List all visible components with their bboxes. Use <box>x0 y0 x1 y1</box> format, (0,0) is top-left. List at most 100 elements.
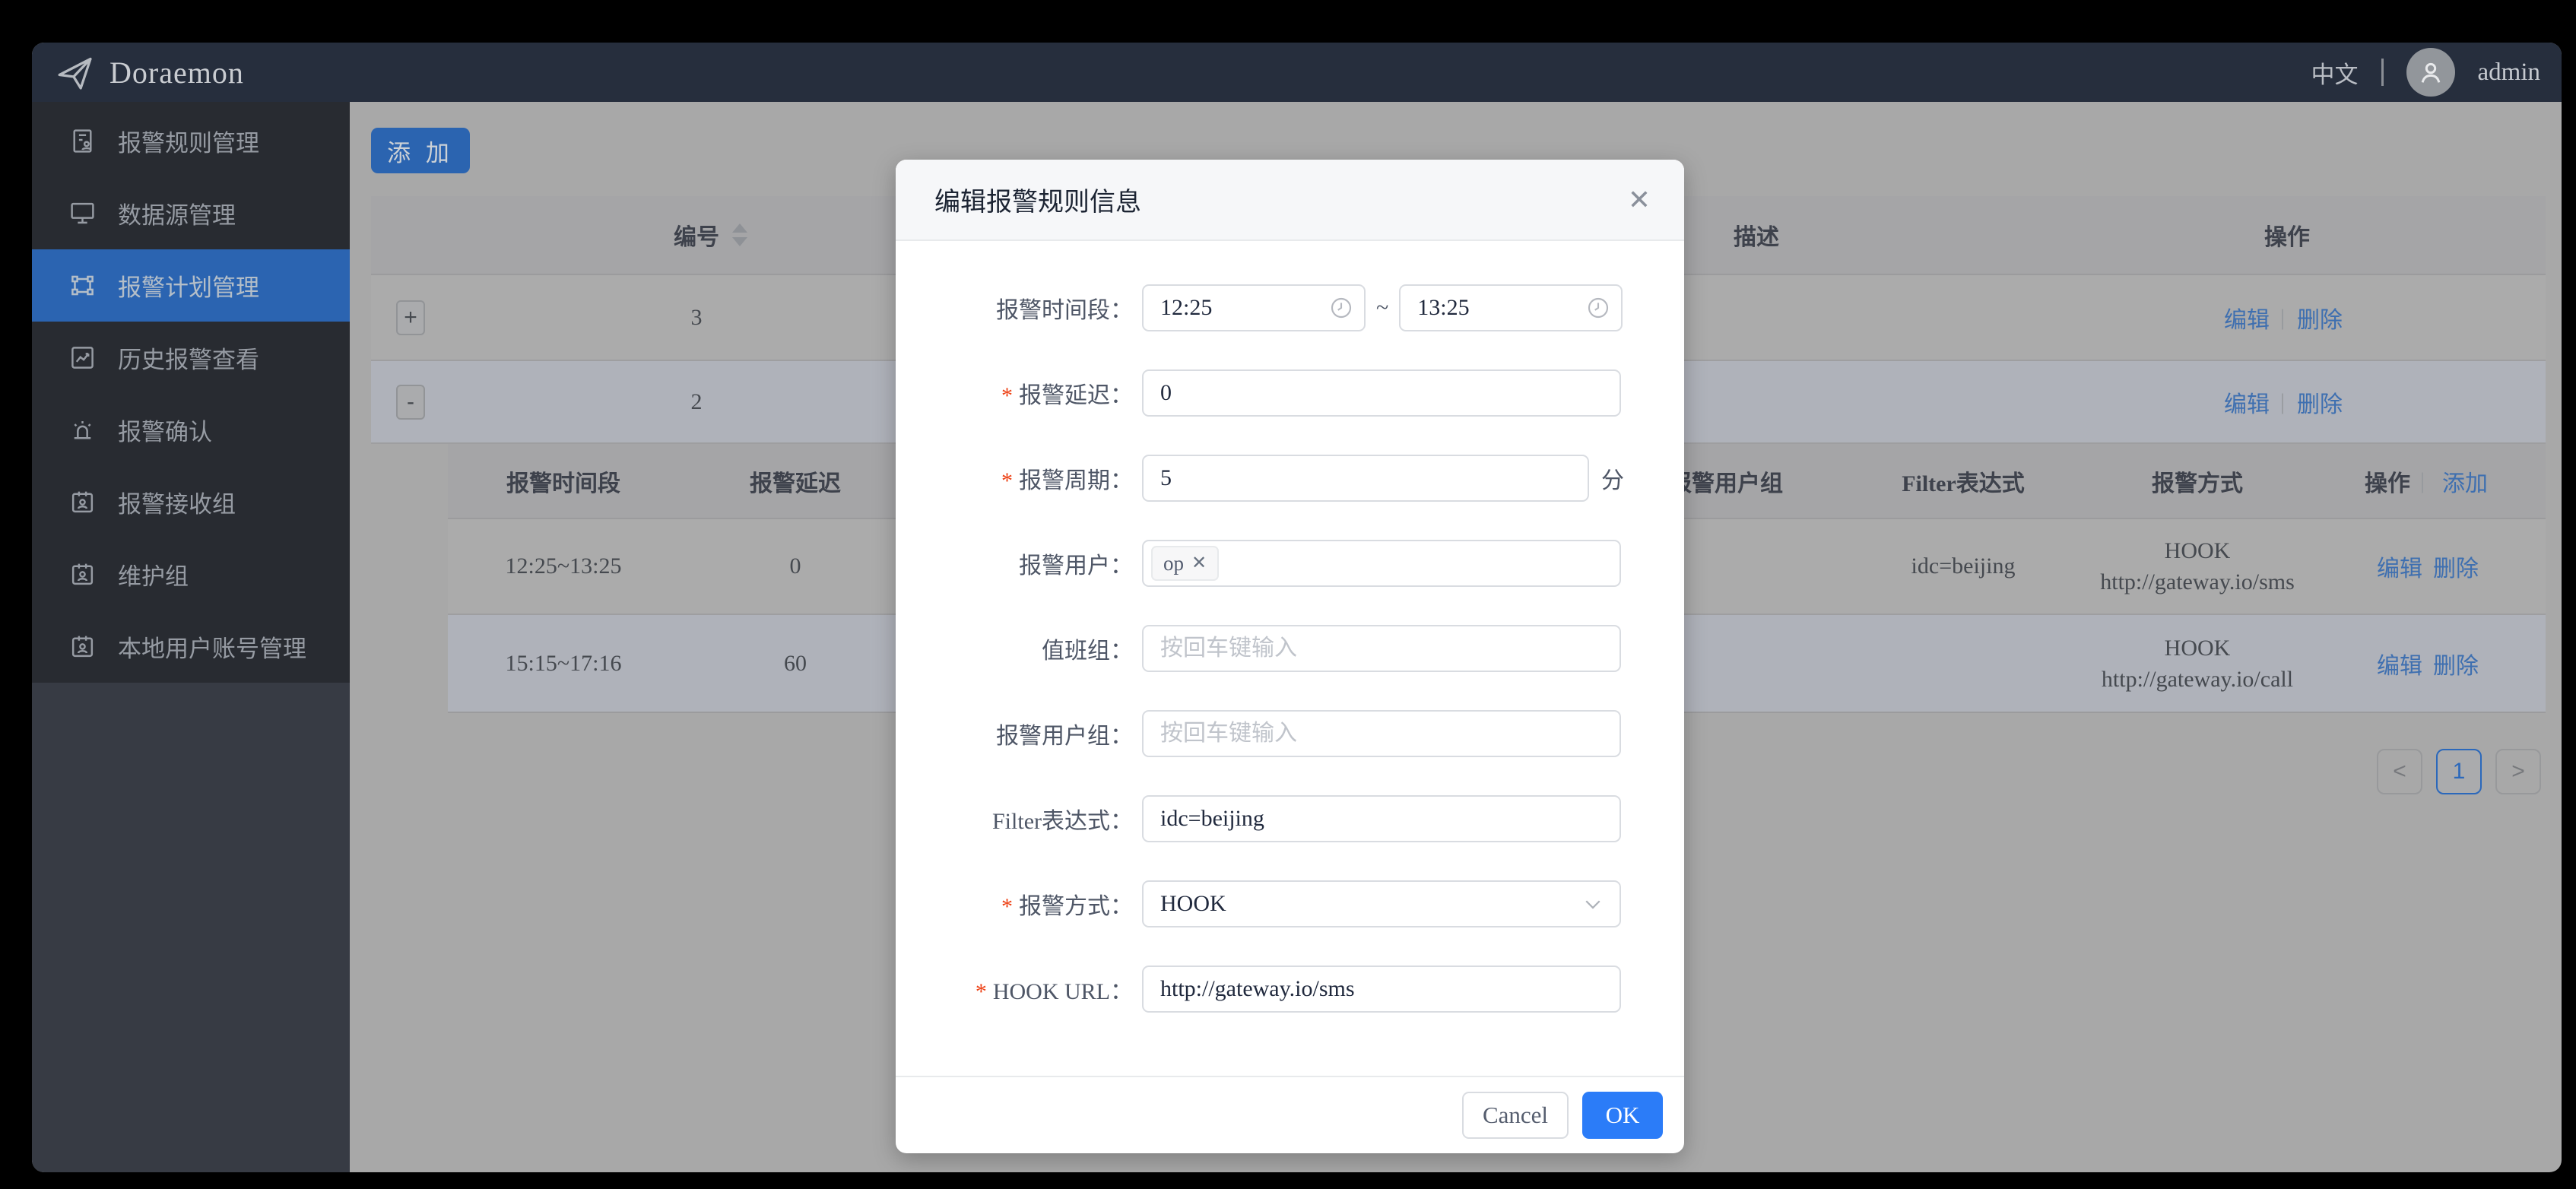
required-mark: * <box>1001 383 1013 408</box>
screenshot-stage: Doraemon 中文 admin 报警规则管理 数据源管理 报警计划管理 历史… <box>0 0 2576 1189</box>
detail-method: HOOK http://gateway.io/sms <box>2100 538 2295 594</box>
add-button[interactable]: 添 加 <box>371 128 470 173</box>
sidebar-item-label: 本地用户账号管理 <box>118 636 306 662</box>
edit-alarm-rule-modal: 编辑报警规则信息 ✕ 报警时间段： ~ <box>896 160 1684 1153</box>
brand[interactable]: Doraemon <box>53 51 244 94</box>
time-to-input[interactable] <box>1399 284 1623 331</box>
delete-link[interactable]: 删除 <box>2297 385 2343 419</box>
selection-box-icon <box>68 271 97 300</box>
column-header-id[interactable]: 编号 <box>674 218 719 252</box>
ok-button[interactable]: OK <box>1582 1092 1663 1139</box>
sidebar-item-alarm-receivers[interactable]: 报警接收组 <box>32 466 350 538</box>
row-id: 2 <box>690 388 703 414</box>
user-group-input[interactable] <box>1142 710 1621 757</box>
detail-delay: 0 <box>789 553 801 579</box>
language-switch[interactable]: 中文 <box>2311 55 2359 90</box>
edit-link[interactable]: 编辑 <box>2377 647 2422 680</box>
row-id: 3 <box>690 304 703 330</box>
sidebar-item-label: 报警规则管理 <box>118 130 259 157</box>
detail-delay: 60 <box>784 650 807 676</box>
required-mark: * <box>1001 894 1013 919</box>
modal-header: 编辑报警规则信息 ✕ <box>896 160 1684 241</box>
sidebar-item-maintain-group[interactable]: 维护组 <box>32 538 350 610</box>
field-label: 报警周期： <box>1019 468 1133 493</box>
sidebar-item-datasource[interactable]: 数据源管理 <box>32 177 350 249</box>
edit-link[interactable]: 编辑 <box>2224 301 2270 335</box>
delay-input[interactable] <box>1142 369 1621 417</box>
detail-column-action: 操作 <box>2365 471 2410 496</box>
user-tag: op ✕ <box>1151 546 1220 581</box>
range-separator: ~ <box>1376 295 1389 320</box>
sort-carets-icon[interactable] <box>732 224 747 246</box>
monitor-icon <box>68 199 97 227</box>
edit-link[interactable]: 编辑 <box>2377 550 2422 583</box>
delete-link[interactable]: 删除 <box>2433 647 2479 680</box>
field-label: 值班组： <box>1042 639 1133 664</box>
prev-page-button[interactable]: < <box>2377 749 2422 794</box>
action-divider: | <box>2279 304 2286 330</box>
sidebar-item-label: 数据源管理 <box>118 202 236 229</box>
filter-input[interactable] <box>1142 795 1621 842</box>
field-period: *报警周期： 分 <box>896 436 1684 521</box>
username[interactable]: admin <box>2478 59 2540 87</box>
column-header-action: 操作 <box>2264 225 2310 250</box>
field-filter: Filter表达式： <box>896 776 1684 861</box>
time-to-picker[interactable] <box>1399 284 1623 331</box>
edit-link[interactable]: 编辑 <box>2224 385 2270 419</box>
delete-link[interactable]: 删除 <box>2297 301 2343 335</box>
field-duty-group: 值班组： <box>896 606 1684 691</box>
tag-remove-icon[interactable]: ✕ <box>1191 554 1207 572</box>
sidebar-item-label: 报警接收组 <box>118 491 236 518</box>
person-icon <box>2421 62 2440 83</box>
detail-time: 12:25~13:25 <box>505 553 622 579</box>
sidebar-item-alarm-rules[interactable]: 报警规则管理 <box>32 105 350 177</box>
modal-body: 报警时间段： ~ <box>896 241 1684 1032</box>
field-alarm-users: 报警用户： op ✕ <box>896 521 1684 606</box>
detail-column-delay: 报警延迟 <box>750 471 841 496</box>
app-window: Doraemon 中文 admin 报警规则管理 数据源管理 报警计划管理 历史… <box>32 43 2562 1172</box>
detail-add-link[interactable]: 添加 <box>2442 465 2488 498</box>
page-1-button[interactable]: 1 <box>2436 749 2482 794</box>
file-user-icon <box>68 127 97 155</box>
period-unit: 分 <box>1601 468 1624 493</box>
paper-plane-icon <box>53 51 96 94</box>
detail-filter: idc=beijing <box>1911 553 2016 579</box>
time-from-picker[interactable] <box>1142 284 1366 331</box>
close-icon[interactable]: ✕ <box>1623 185 1655 214</box>
period-input[interactable] <box>1142 455 1589 502</box>
next-page-button[interactable]: > <box>2495 749 2541 794</box>
modal-footer: Cancel OK <box>896 1076 1684 1153</box>
sidebar-item-alarm-history[interactable]: 历史报警查看 <box>32 322 350 394</box>
method-selected-value: HOOK <box>1160 891 1226 916</box>
duty-group-input[interactable] <box>1142 625 1621 672</box>
sidebar-item-alarm-plans[interactable]: 报警计划管理 <box>32 249 350 322</box>
detail-method: HOOK http://gateway.io/call <box>2101 635 2294 692</box>
required-mark: * <box>975 979 987 1004</box>
users-tag-input[interactable]: op ✕ <box>1142 540 1621 587</box>
collapse-row-button[interactable]: - <box>396 384 425 420</box>
navbar-divider <box>2381 59 2384 86</box>
chart-line-icon <box>68 344 97 372</box>
hook-url-input[interactable] <box>1142 965 1621 1013</box>
delete-link[interactable]: 删除 <box>2433 550 2479 583</box>
siren-icon <box>68 416 97 444</box>
user-avatar[interactable] <box>2406 48 2455 97</box>
contacts-icon <box>68 488 97 516</box>
expand-row-button[interactable]: + <box>396 300 425 335</box>
cancel-button[interactable]: Cancel <box>1462 1092 1569 1139</box>
method-select[interactable]: HOOK <box>1142 880 1621 927</box>
sidebar-item-local-users[interactable]: 本地用户账号管理 <box>32 610 350 683</box>
sidebar-item-label: 报警计划管理 <box>118 274 259 301</box>
sidebar-item-label: 报警确认 <box>118 419 212 445</box>
navbar-right: 中文 admin <box>2311 48 2540 97</box>
time-from-input[interactable] <box>1142 284 1366 331</box>
field-label: 报警用户： <box>1019 553 1133 579</box>
sidebar-item-alarm-confirm[interactable]: 报警确认 <box>32 394 350 466</box>
field-label: 报警方式： <box>1019 894 1133 919</box>
sidebar-item-label: 维护组 <box>118 563 189 590</box>
detail-time: 15:15~17:16 <box>505 650 622 676</box>
detail-column-filter: Filter表达式 <box>1902 471 2025 496</box>
detail-column-usergroup: 报警用户组 <box>1669 471 1783 496</box>
field-label: Filter表达式： <box>992 809 1133 834</box>
chevron-down-icon <box>1581 893 1604 915</box>
